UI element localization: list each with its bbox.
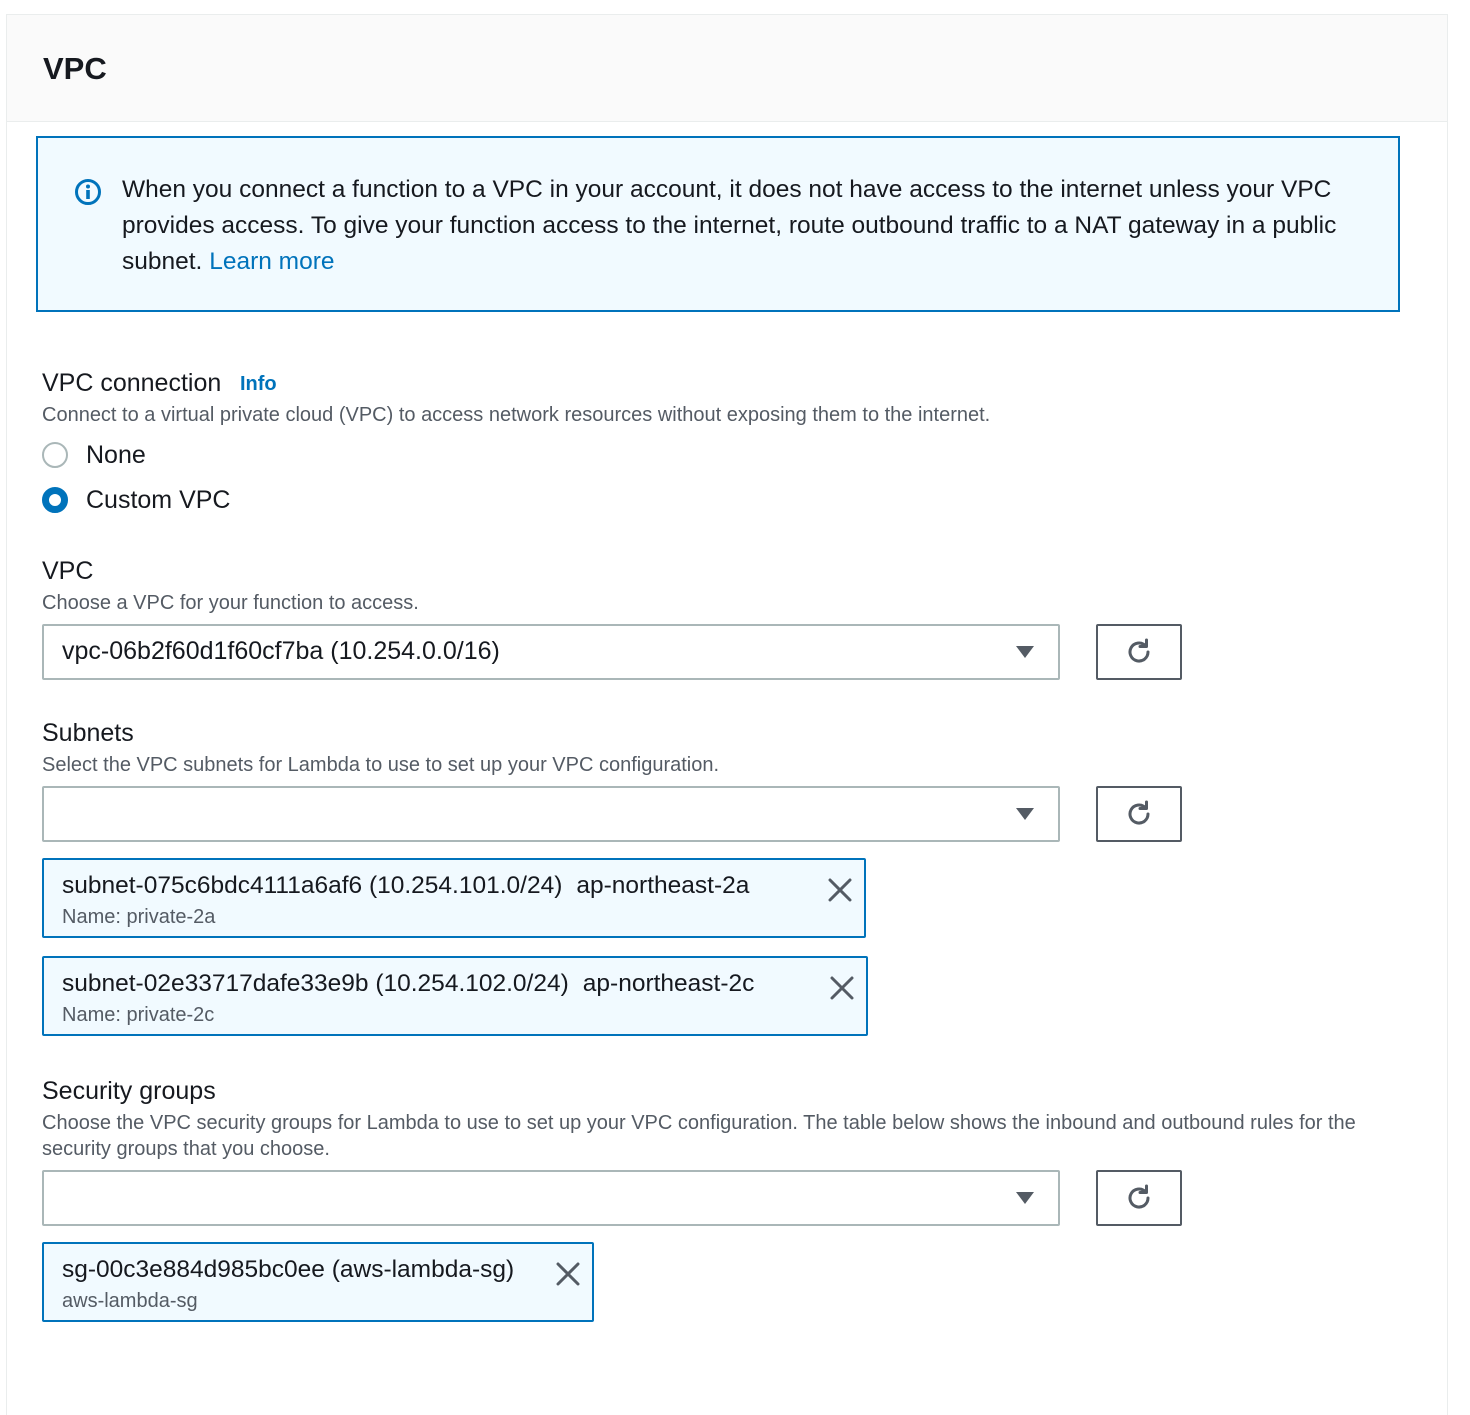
subnet-token-main: subnet-075c6bdc4111a6af6 (10.254.101.0/2…: [62, 872, 749, 900]
alert-message: When you connect a function to a VPC in …: [122, 172, 1372, 280]
subnets-label: Subnets: [42, 719, 134, 747]
security-group-token: sg-00c3e884d985bc0ee (aws-lambda-sg) aws…: [42, 1242, 594, 1322]
subnet-token: subnet-02e33717dafe33e9b (10.254.102.0/2…: [42, 956, 868, 1036]
refresh-icon: [1128, 800, 1150, 825]
security-group-token-main: sg-00c3e884d985bc0ee (aws-lambda-sg): [62, 1256, 514, 1284]
radio-custom-vpc[interactable]: Custom VPC: [42, 485, 230, 515]
refresh-icon: [1128, 638, 1150, 663]
vpc-select-value: vpc-06b2f60d1f60cf7ba (10.254.0.0/16): [62, 637, 500, 665]
subnets-description: Select the VPC subnets for Lambda to use…: [42, 754, 720, 776]
subnets-refresh-button[interactable]: [1096, 786, 1182, 842]
caret-down-icon: [1016, 808, 1034, 820]
vpc-connection-description: Connect to a virtual private cloud (VPC)…: [42, 404, 991, 426]
caret-down-icon: [1016, 1192, 1034, 1204]
radio-none[interactable]: None: [42, 440, 146, 470]
radio-custom-vpc-button[interactable]: [42, 487, 68, 513]
security-group-id: sg-00c3e884d985bc0ee (aws-lambda-sg): [62, 1256, 515, 1283]
radio-none-button[interactable]: [42, 442, 68, 468]
info-circle-icon: [75, 179, 101, 205]
close-icon[interactable]: [554, 1260, 582, 1288]
subnet-az: ap-northeast-2c: [582, 970, 755, 997]
subnet-id: subnet-02e33717dafe33e9b (10.254.102.0/2…: [62, 970, 569, 997]
subnet-name: Name: private-2a: [62, 906, 216, 928]
close-icon[interactable]: [828, 974, 856, 1002]
vpc-connection-info-link[interactable]: Info: [240, 373, 277, 396]
subnet-id: subnet-075c6bdc4111a6af6 (10.254.101.0/2…: [62, 872, 563, 899]
panel-title: VPC: [43, 51, 107, 86]
subnet-az: ap-northeast-2a: [576, 872, 750, 899]
info-alert: When you connect a function to a VPC in …: [36, 136, 1400, 312]
vpc-connection-label: VPC connection: [42, 369, 222, 397]
learn-more-link[interactable]: Learn more: [209, 248, 334, 275]
panel-header: VPC: [7, 15, 1447, 122]
vpc-select[interactable]: vpc-06b2f60d1f60cf7ba (10.254.0.0/16): [42, 624, 1060, 680]
refresh-icon: [1128, 1184, 1150, 1209]
vpc-label: VPC: [42, 557, 94, 585]
security-groups-refresh-button[interactable]: [1096, 1170, 1182, 1226]
security-group-name: aws-lambda-sg: [62, 1290, 198, 1312]
vpc-description: Choose a VPC for your function to access…: [42, 592, 419, 614]
subnet-token: subnet-075c6bdc4111a6af6 (10.254.101.0/2…: [42, 858, 866, 938]
close-icon[interactable]: [826, 876, 854, 904]
subnet-token-main: subnet-02e33717dafe33e9b (10.254.102.0/2…: [62, 970, 754, 998]
vpc-refresh-button[interactable]: [1096, 624, 1182, 680]
security-groups-label: Security groups: [42, 1077, 216, 1105]
radio-none-label: None: [86, 440, 146, 469]
security-groups-description: Choose the VPC security groups for Lambd…: [42, 1112, 1356, 1160]
subnets-select[interactable]: [42, 786, 1060, 842]
security-groups-select[interactable]: [42, 1170, 1060, 1226]
radio-custom-vpc-label: Custom VPC: [86, 485, 231, 514]
caret-down-icon: [1016, 646, 1034, 658]
subnet-name: Name: private-2c: [62, 1004, 215, 1026]
